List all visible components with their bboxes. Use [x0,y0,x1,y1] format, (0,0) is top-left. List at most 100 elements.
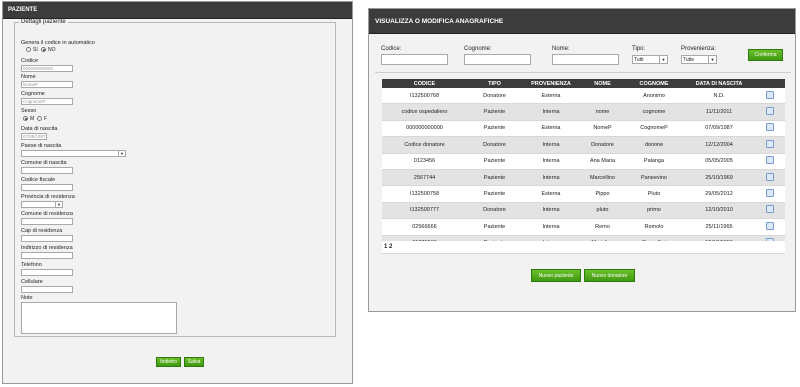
note-textarea[interactable] [21,302,177,334]
cell-provenienza: Esterna [522,185,580,203]
cell-tipo: Paziente [467,169,522,187]
pagination[interactable]: 1 2 [382,241,785,254]
codice-fiscale-input[interactable] [21,184,73,191]
confirm-button[interactable]: Conferma [748,49,783,61]
cell-tipo: Donatore [467,136,522,154]
cell-actions [755,88,785,105]
cognome-input[interactable]: CognomeP [21,98,73,105]
cellulare-input[interactable] [21,286,73,293]
data-nascita-label: Data di nascita [21,126,58,132]
cell-cognome: CognomeP [625,120,683,138]
cell-data-nascita: N.D. [683,88,755,105]
edit-icon[interactable] [766,221,774,230]
search-provenienza-select[interactable]: Tutte ▼ [681,55,717,64]
save-button[interactable]: Salva [184,357,204,367]
table-row[interactable]: I132500768 Donatore Esterna Anonimo N.D. [382,88,785,105]
col-header-provenienza: PROVENIENZA [522,79,580,88]
edit-icon[interactable] [766,189,774,198]
cell-provenienza: Interna [522,169,580,187]
col-header-data-nascita: DATA DI NASCITA [683,79,755,88]
cell-nome: pluto [580,202,625,220]
search-nome-input[interactable] [552,54,619,65]
cell-codice: 2567744 [382,169,467,187]
cell-tipo: Donatore [467,202,522,220]
search-divider [375,72,791,73]
table-row[interactable]: 2567744 Paziente Interna Marcellino Paneevin… [382,169,785,187]
search-codice-input[interactable] [381,54,448,65]
cell-cognome: donone [625,136,683,154]
table-row[interactable]: codice ospedaliero Paziente Interna nome cog… [382,103,785,121]
comune-residenza-label: Comune di residenza [21,211,73,217]
table-row[interactable]: 000000000000 Paziente Esterna NomeP CognomeP… [382,120,785,138]
nome-input[interactable]: NomeP [21,81,73,88]
search-cognome-input[interactable] [464,54,531,65]
chevron-down-icon: ▼ [118,151,125,156]
table-row[interactable]: 0123456 Paziente Interna Ana Maria Palanga 05… [382,153,785,170]
registry-panel: VISUALIZZA O MODIFICA ANAGRAFICHE Codice… [368,8,796,312]
telefono-input[interactable] [21,269,73,276]
cell-data-nascita: 29/05/2012 [683,185,755,203]
cell-cognome: Paneevino [625,169,683,187]
cell-actions [755,136,785,154]
patient-details-legend: Dettagli paziente [21,19,66,25]
patient-panel: PAZIENTE Dettagli paziente Genera il cod… [2,1,353,384]
cell-data-nascita: 07/09/1987 [683,120,755,138]
registry-table: CODICE TIPO PROVENIENZA NOME COGNOME DAT… [382,79,785,252]
sesso-f-radio[interactable] [37,116,42,121]
cell-tipo: Donatore [467,88,522,105]
cognome-label: Cognome [21,91,45,97]
cell-codice: 02566666 [382,218,467,236]
cell-cognome: Romolo [625,218,683,236]
auto-code-si-label: SI [33,47,38,53]
cell-codice: codice ospedaliero [382,103,467,121]
edit-icon[interactable] [766,139,774,148]
cell-nome [580,88,625,105]
cell-data-nascita: 25/11/1965 [683,218,755,236]
new-donor-button[interactable]: Nuovo donatore [584,269,635,282]
auto-code-si-radio[interactable] [26,47,31,52]
cell-codice: I132500768 [382,88,467,105]
cell-actions [755,169,785,187]
table-header-row: CODICE TIPO PROVENIENZA NOME COGNOME DAT… [382,79,785,88]
cell-provenienza: Interna [522,153,580,170]
comune-residenza-input[interactable] [21,218,73,225]
cell-provenienza: Esterna [522,120,580,138]
col-header-codice: CODICE [382,79,467,88]
comune-nascita-label: Comune di nascita [21,160,67,166]
data-nascita-input[interactable]: 07/09/1987 [21,133,47,140]
cell-nome: Pippo [580,185,625,203]
auto-code-no-radio[interactable] [41,47,46,52]
col-header-cognome: COGNOME [625,79,683,88]
cell-data-nascita: 25/10/1969 [683,169,755,187]
edit-icon[interactable] [766,172,774,181]
table-row[interactable]: 02566666 Paziente Interna Remo Romolo 25/11/1… [382,218,785,236]
cap-residenza-input[interactable] [21,235,73,242]
registry-panel-title: VISUALIZZA O MODIFICA ANAGRAFICHE [369,9,795,34]
table-row[interactable]: I132500758 Paziente Esterna Pippo Pluto 29/05… [382,185,785,203]
edit-icon[interactable] [766,107,774,116]
edit-icon[interactable] [766,156,774,165]
auto-code-label: Genera il codice in automatico [21,40,95,46]
cell-provenienza: Interna [522,202,580,220]
cell-data-nascita: 05/05/2005 [683,153,755,170]
comune-nascita-input[interactable] [21,167,73,174]
cell-actions [755,153,785,170]
edit-icon[interactable] [766,90,774,99]
cell-provenienza: Interna [522,103,580,121]
search-tipo-select[interactable]: Tutti ▼ [632,55,668,64]
paese-nascita-select[interactable]: ▼ [21,150,126,157]
cell-codice: I132500758 [382,185,467,203]
sesso-m-radio[interactable] [23,116,28,121]
table-row[interactable]: I132500777 Donatore Interna pluto primo 12/10… [382,202,785,220]
indirizzo-residenza-input[interactable] [21,252,73,259]
table-row[interactable]: Codice donatore Donatore Interna Donatore do… [382,136,785,154]
edit-icon[interactable] [766,205,774,214]
new-patient-button[interactable]: Nuovo paziente [531,269,581,282]
cell-tipo: Paziente [467,103,522,121]
provincia-residenza-select[interactable]: ▼ [21,201,63,208]
cell-cognome: Pluto [625,185,683,203]
codice-input[interactable]: 000000000000 [21,65,73,72]
edit-icon[interactable] [766,123,774,132]
provincia-residenza-label: Provincia di residenza [21,194,75,200]
back-button[interactable]: Indietro [156,357,181,367]
